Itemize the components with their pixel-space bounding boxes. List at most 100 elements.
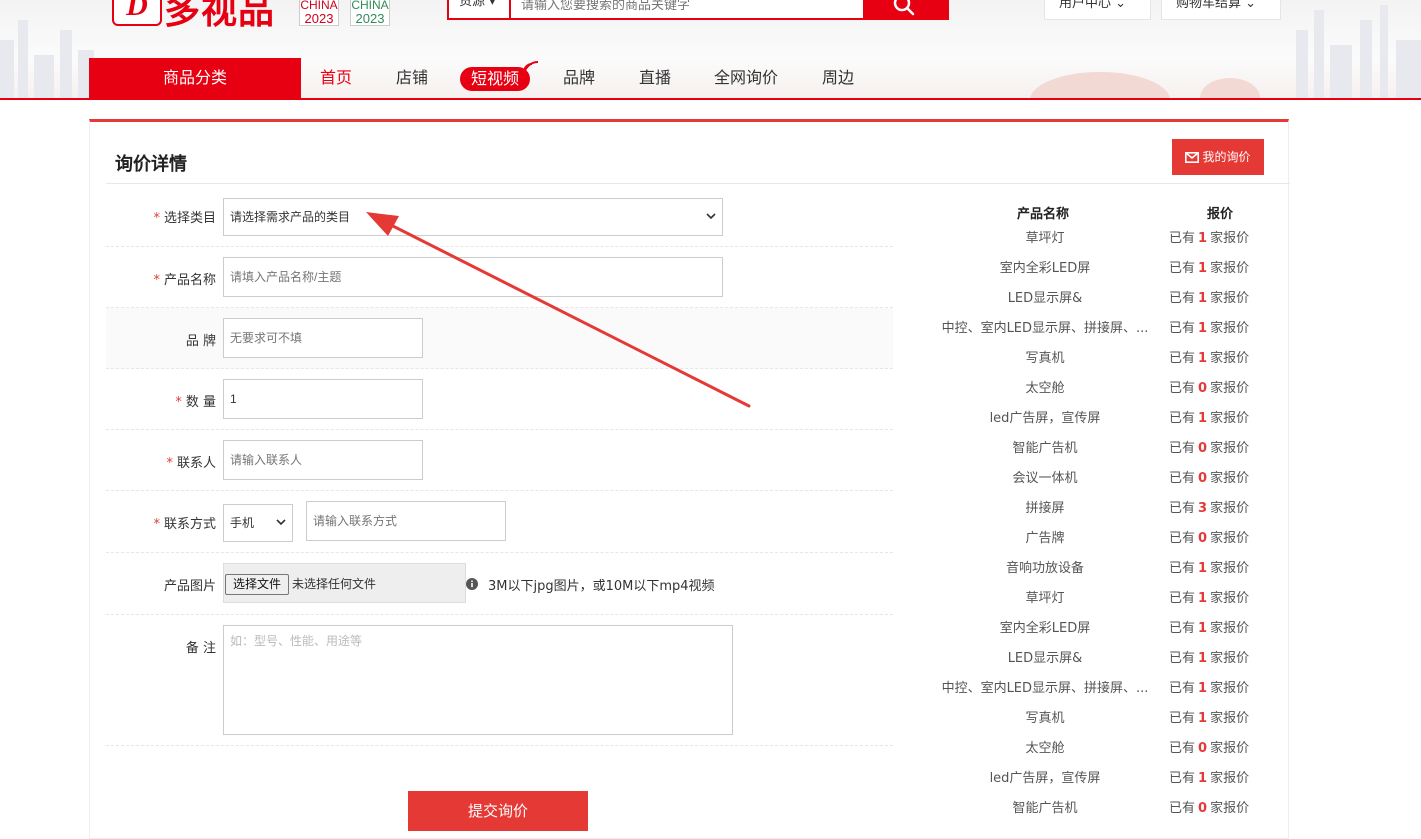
- quote-row[interactable]: 智能广告机 已有 0 家报价: [926, 797, 1266, 827]
- nav-item-home[interactable]: 首页: [320, 58, 352, 98]
- quote-count: 已有 1 家报价: [1169, 647, 1269, 666]
- quote-count: 已有 1 家报价: [1169, 317, 1269, 336]
- quote-count: 已有 0 家报价: [1169, 467, 1269, 486]
- quote-prefix: 已有: [1169, 441, 1196, 456]
- quote-row[interactable]: 音响功放设备 已有 1 家报价: [926, 557, 1266, 587]
- my-inquiry-button[interactable]: 我的询价: [1172, 139, 1264, 175]
- quote-number: 3: [1198, 501, 1208, 516]
- cart-menu[interactable]: 购物车结算 ⌄: [1161, 0, 1281, 20]
- quantity-input[interactable]: [223, 379, 423, 419]
- quote-count: 已有 0 家报价: [1169, 527, 1269, 546]
- quote-prefix: 已有: [1169, 501, 1196, 516]
- quote-product-name: 草坪灯: [1025, 591, 1065, 606]
- category-select[interactable]: 请选择需求产品的类目: [223, 198, 723, 236]
- quote-row[interactable]: 广告牌 已有 0 家报价: [926, 527, 1266, 557]
- quote-suffix: 家报价: [1210, 321, 1250, 336]
- quote-row[interactable]: 草坪灯 已有 1 家报价: [926, 227, 1266, 257]
- quote-row[interactable]: 室内全彩LED屏 已有 1 家报价: [926, 617, 1266, 647]
- quantity-label: * 数 量: [175, 395, 216, 410]
- quote-suffix: 家报价: [1210, 471, 1250, 486]
- quote-row[interactable]: 草坪灯 已有 1 家报价: [926, 587, 1266, 617]
- quote-row[interactable]: 写真机 已有 1 家报价: [926, 347, 1266, 377]
- quote-number: 0: [1198, 441, 1208, 456]
- quote-count: 已有 1 家报价: [1169, 587, 1269, 606]
- nav-category-button[interactable]: 商品分类: [89, 58, 301, 98]
- quote-number: 1: [1198, 771, 1208, 786]
- quote-number: 1: [1198, 681, 1208, 696]
- product-image-label: 产品图片: [163, 579, 216, 594]
- quote-product-name: LED显示屏&: [1007, 291, 1083, 306]
- quote-product-name: 太空舱: [1025, 741, 1065, 756]
- nav-item-shops[interactable]: 店铺: [396, 58, 428, 98]
- nav-item-nearby[interactable]: 周边: [822, 58, 854, 98]
- quote-row[interactable]: led广告屏，宣传屏 已有 1 家报价: [926, 407, 1266, 437]
- quote-number: 0: [1198, 381, 1208, 396]
- signal-wave-icon: [522, 60, 539, 78]
- quote-row[interactable]: LED显示屏& 已有 1 家报价: [926, 647, 1266, 677]
- nav-item-brands[interactable]: 品牌: [563, 58, 595, 98]
- form-row-brand: 品 牌: [106, 308, 893, 369]
- quote-suffix: 家报价: [1210, 441, 1250, 456]
- quote-number: 1: [1198, 261, 1208, 276]
- quote-suffix: 家报价: [1210, 651, 1250, 666]
- site-logo[interactable]: D 多视品: [112, 0, 282, 31]
- nav-item-inquiry[interactable]: 全网询价: [714, 58, 778, 98]
- quote-product-name: 智能广告机: [1012, 801, 1078, 816]
- quote-prefix: 已有: [1169, 771, 1196, 786]
- quote-prefix: 已有: [1169, 471, 1196, 486]
- file-upload: 选择文件 未选择任何文件: [223, 563, 466, 603]
- quote-number: 1: [1198, 321, 1208, 336]
- contact-method-input[interactable]: [306, 501, 506, 541]
- quote-row[interactable]: 太空舱 已有 0 家报价: [926, 737, 1266, 767]
- quote-suffix: 家报价: [1210, 411, 1250, 426]
- quote-product-name: 拼接屏: [1025, 501, 1065, 516]
- quote-count: 已有 3 家报价: [1169, 497, 1269, 516]
- remark-textarea[interactable]: 如：型号、性能、用途等: [223, 625, 733, 735]
- product-name-input[interactable]: [223, 257, 723, 297]
- quote-prefix: 已有: [1169, 741, 1196, 756]
- quote-product-name: 写真机: [1025, 711, 1065, 726]
- quote-row[interactable]: LED显示屏& 已有 1 家报价: [926, 287, 1266, 317]
- quote-product-name: 写真机: [1025, 351, 1065, 366]
- search-input[interactable]: [513, 0, 861, 18]
- search-category-select[interactable]: 货源 ▾: [449, 0, 511, 18]
- quote-product-name: led广告屏，宣传屏: [989, 411, 1101, 426]
- contact-input[interactable]: [223, 440, 423, 480]
- submit-inquiry-button[interactable]: 提交询价: [408, 791, 588, 831]
- inquiry-panel: 询价详情 我的询价 *选择类目 请选择需求产品的类目 *产品名称 品 牌 *数 …: [89, 119, 1290, 839]
- quote-prefix: 已有: [1169, 411, 1196, 426]
- nav-item-live[interactable]: 直播: [639, 58, 671, 98]
- user-center-menu[interactable]: 用户中心 ⌄: [1044, 0, 1151, 20]
- quote-product-name: 智能广告机: [1012, 441, 1078, 456]
- contact-type-select[interactable]: 手机: [223, 504, 293, 542]
- search-button[interactable]: [863, 0, 949, 20]
- product-name-label: * 产品名称: [153, 273, 216, 288]
- category-label: * 选择类目: [153, 211, 216, 226]
- quote-count: 已有 1 家报价: [1169, 767, 1269, 786]
- quote-suffix: 家报价: [1210, 711, 1250, 726]
- quote-row[interactable]: led广告屏，宣传屏 已有 1 家报价: [926, 767, 1266, 797]
- quote-row[interactable]: 中控、室内LED显示屏、拼接屏、... 已有 1 家报价: [926, 317, 1266, 347]
- quote-prefix: 已有: [1169, 261, 1196, 276]
- quote-prefix: 已有: [1169, 291, 1196, 306]
- choose-file-button[interactable]: 选择文件: [225, 574, 289, 595]
- quote-number: 1: [1198, 651, 1208, 666]
- quote-row[interactable]: 会议一体机 已有 0 家报价: [926, 467, 1266, 497]
- quote-number: 1: [1198, 291, 1208, 306]
- quote-row[interactable]: 中控、室内LED显示屏、拼接屏、... 已有 1 家报价: [926, 677, 1266, 707]
- quote-number: 1: [1198, 411, 1208, 426]
- brand-input[interactable]: [223, 318, 423, 358]
- quote-row[interactable]: 室内全彩LED屏 已有 1 家报价: [926, 257, 1266, 287]
- quote-number: 0: [1198, 531, 1208, 546]
- quote-count: 已有 1 家报价: [1169, 227, 1269, 246]
- quote-row[interactable]: 写真机 已有 1 家报价: [926, 707, 1266, 737]
- form-row-contact: * 联系人: [106, 430, 893, 491]
- quote-row[interactable]: 太空舱 已有 0 家报价: [926, 377, 1266, 407]
- quote-suffix: 家报价: [1210, 591, 1250, 606]
- quote-number: 1: [1198, 231, 1208, 246]
- quote-suffix: 家报价: [1210, 261, 1250, 276]
- quote-row[interactable]: 智能广告机 已有 0 家报价: [926, 437, 1266, 467]
- quote-number: 0: [1198, 801, 1208, 816]
- quote-row[interactable]: 拼接屏 已有 3 家报价: [926, 497, 1266, 527]
- china-2023-badge: CHINA 2023: [299, 0, 339, 26]
